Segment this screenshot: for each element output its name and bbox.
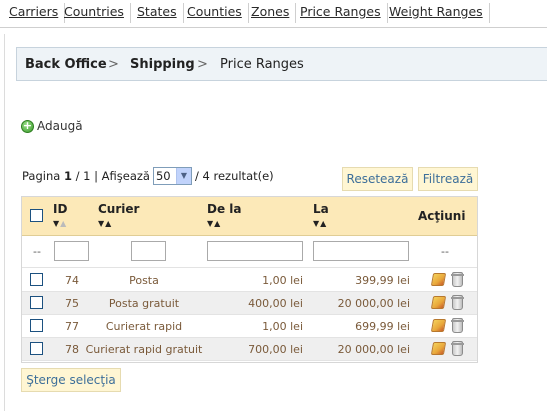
tab-weight-ranges[interactable]: Weight Ranges [389, 3, 490, 23]
reset-button[interactable]: Resetează [342, 167, 413, 191]
tab-price-ranges-label[interactable]: Price Ranges [300, 4, 381, 19]
filter-placeholder: -- [33, 245, 41, 258]
breadcrumb-current: Price Ranges [220, 57, 304, 72]
to-filter-input[interactable] [313, 241, 409, 261]
row-from: 1,00 lei [262, 320, 303, 333]
row-carrier: Curierat rapid gratuit [85, 343, 203, 356]
row-to: 699,99 lei [355, 320, 410, 333]
sort-arrows-icon[interactable]: ▼▲ [207, 219, 221, 228]
add-label: Adaugă [37, 119, 83, 133]
page-total: / 1 [75, 169, 91, 183]
row-id: 77 [65, 320, 79, 333]
price-ranges-table: ID ▼▲ Curier ▼▲ De la ▼▲ La ▼▲ Acţiuni -… [21, 196, 478, 363]
row-from: 1,00 lei [262, 274, 303, 287]
header-to: La [313, 202, 329, 216]
per-page-value: 50 [155, 169, 171, 183]
row-id: 74 [65, 274, 79, 287]
tab-weight-ranges-label[interactable]: Weight Ranges [389, 4, 483, 19]
table-row[interactable]: 77 Curierat rapid 1,00 lei 699,99 lei [22, 315, 477, 338]
table-row[interactable]: 78 Curierat rapid gratuit 700,00 lei 20 … [22, 338, 477, 361]
filter-placeholder: -- [441, 245, 449, 258]
id-filter-input[interactable] [54, 241, 89, 261]
row-checkbox[interactable] [30, 296, 43, 309]
trash-icon[interactable] [451, 295, 464, 310]
pencil-icon[interactable] [430, 319, 447, 332]
pencil-icon[interactable] [430, 342, 447, 355]
row-checkbox[interactable] [30, 273, 43, 286]
plus-circle-icon: + [21, 118, 34, 133]
row-id: 75 [65, 297, 79, 310]
table-row[interactable]: 74 Posta 1,00 lei 399,99 lei [22, 269, 477, 292]
breadcrumb-separator: > [108, 57, 119, 72]
row-checkbox[interactable] [30, 342, 43, 355]
table-row[interactable]: 75 Posta gratuit 400,00 lei 20 000,00 le… [22, 292, 477, 315]
per-page-select[interactable]: 50 ▼ [152, 167, 192, 185]
tab-counties[interactable]: Counties [187, 3, 249, 23]
filter-button[interactable]: Filtrează [418, 167, 478, 191]
breadcrumb-back-office[interactable]: Back Office [25, 57, 107, 72]
add-button[interactable]: + Adaugă [21, 117, 83, 135]
row-to: 20 000,00 lei [337, 297, 410, 310]
trash-icon[interactable] [451, 318, 464, 333]
table-header: ID ▼▲ Curier ▼▲ De la ▼▲ La ▼▲ Acţiuni [22, 197, 477, 236]
tab-counties-label[interactable]: Counties [187, 4, 242, 19]
tab-countries-label[interactable]: Countries [64, 4, 124, 19]
delete-selection-button[interactable]: Şterge selecţia [21, 368, 121, 392]
tab-zones[interactable]: Zones [251, 3, 297, 23]
pencil-icon[interactable] [430, 273, 447, 286]
tab-carriers-label[interactable]: Carriers [9, 4, 58, 19]
carrier-filter-input[interactable] [131, 241, 166, 261]
header-actions: Acţiuni [418, 209, 466, 223]
results-count: / 4 rezultat(e) [194, 169, 274, 183]
top-nav: Carriers Countries States Counties Zones… [0, 0, 547, 28]
breadcrumb: Back Office > Shipping > Price Ranges [16, 47, 547, 81]
chevron-down-icon[interactable]: ▼ [175, 168, 191, 184]
filter-row: -- -- [22, 236, 477, 268]
show-label: | Afişează [94, 169, 150, 183]
row-to: 20 000,00 lei [337, 343, 410, 356]
trash-icon[interactable] [451, 341, 464, 356]
row-carrier: Posta gratuit [108, 297, 180, 310]
header-carrier: Curier [98, 202, 140, 216]
row-from: 400,00 lei [248, 297, 303, 310]
trash-icon[interactable] [451, 272, 464, 287]
tab-zones-label[interactable]: Zones [251, 4, 289, 19]
tab-price-ranges[interactable]: Price Ranges [300, 3, 388, 23]
breadcrumb-separator: > [197, 57, 208, 72]
row-checkbox[interactable] [30, 319, 43, 332]
sort-arrows-icon[interactable]: ▼▲ [313, 219, 327, 228]
row-to: 399,99 lei [355, 274, 410, 287]
tab-carriers[interactable]: Carriers [9, 3, 66, 23]
pager: Pagina 1 / 1 | Afişează 50 ▼ / 4 rezulta… [22, 166, 274, 186]
from-filter-input[interactable] [207, 241, 303, 261]
row-carrier: Curierat rapid [105, 320, 183, 333]
pencil-icon[interactable] [430, 296, 447, 309]
tab-states-label[interactable]: States [137, 4, 177, 19]
row-from: 700,00 lei [248, 343, 303, 356]
sort-arrows-icon[interactable]: ▼▲ [53, 219, 67, 228]
tab-countries[interactable]: Countries [64, 3, 131, 23]
select-all-checkbox[interactable] [30, 209, 43, 222]
tab-states[interactable]: States [137, 3, 184, 23]
breadcrumb-shipping[interactable]: Shipping [130, 57, 195, 72]
header-from: De la [207, 202, 242, 216]
header-id: ID [53, 202, 68, 216]
row-id: 78 [65, 343, 79, 356]
page-current: 1 [63, 169, 72, 183]
sort-arrows-icon[interactable]: ▼▲ [98, 219, 112, 228]
row-carrier: Posta [129, 274, 159, 287]
page-label: Pagina [22, 169, 61, 183]
